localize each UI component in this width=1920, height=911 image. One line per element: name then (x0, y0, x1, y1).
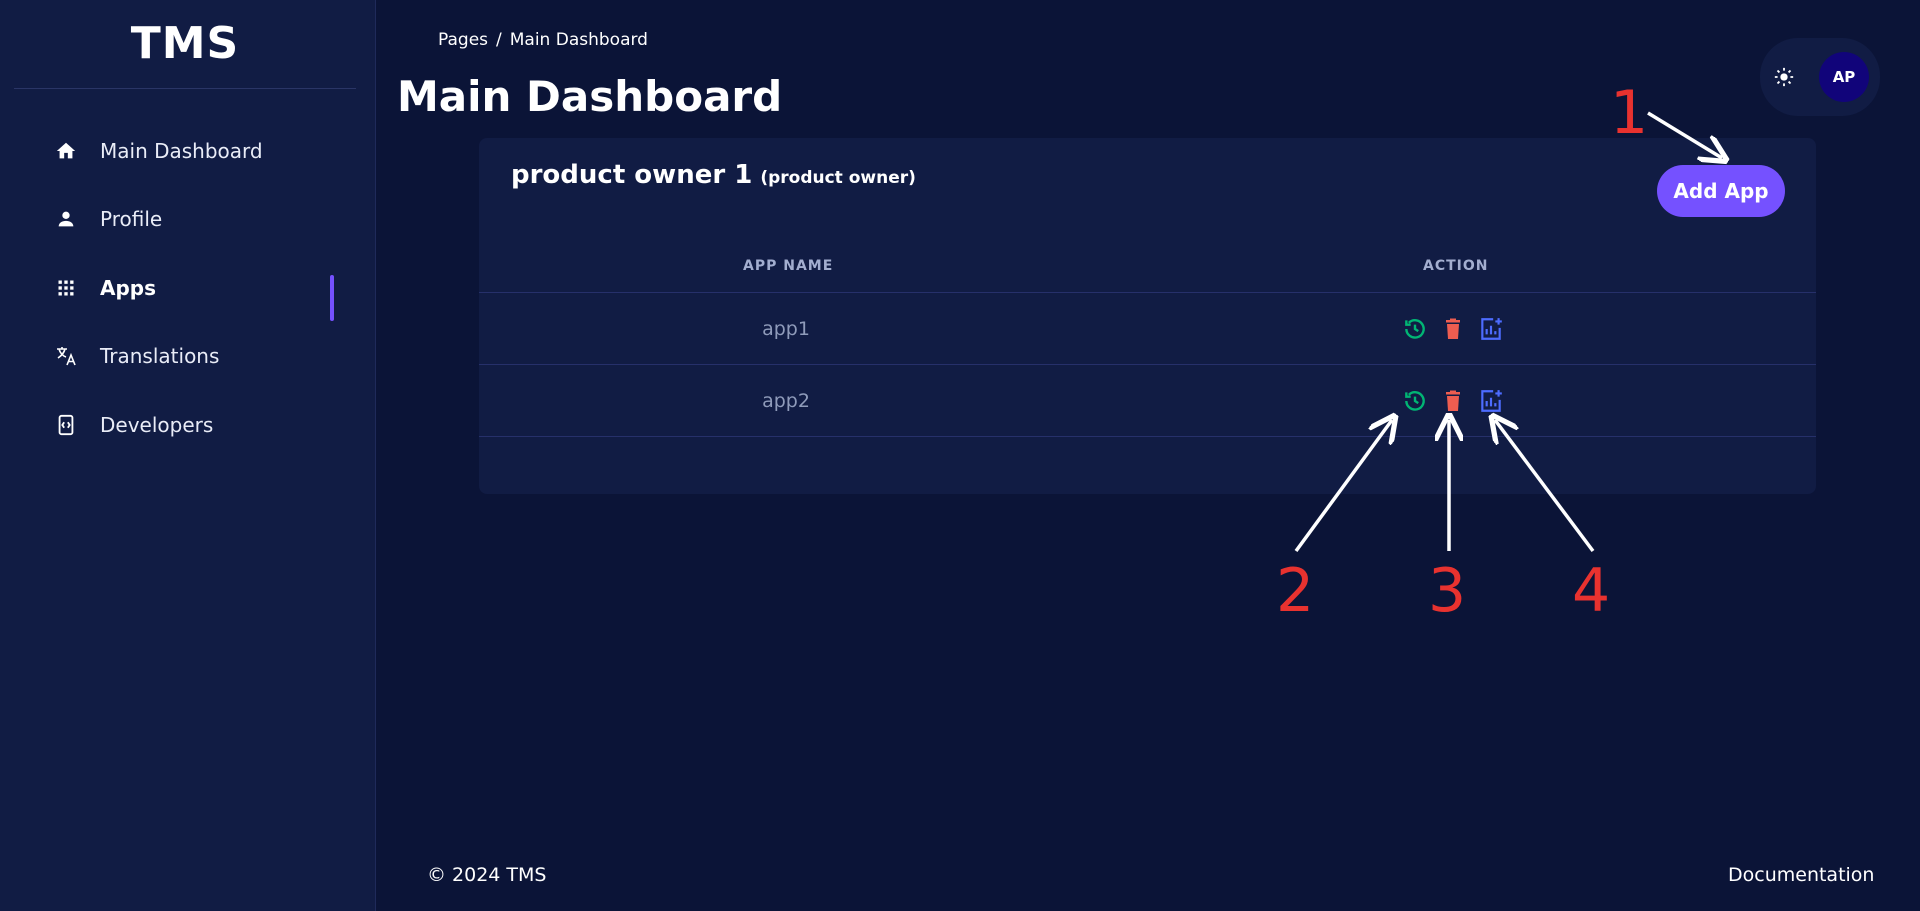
breadcrumb: Pages / Main Dashboard (438, 30, 648, 50)
apps-card: product owner 1 (product owner) Add App A… (479, 138, 1816, 494)
sidebar-item-label: Translations (100, 344, 220, 368)
table-row-app-name: app2 (762, 390, 810, 412)
code-phone-icon (52, 411, 80, 439)
footer-copyright: © 2024 TMS (427, 864, 547, 886)
sidebar-item-main-dashboard[interactable]: Main Dashboard (52, 131, 342, 171)
annotation-number-1: 1 (1610, 78, 1649, 148)
annotation-number-2: 2 (1276, 556, 1315, 626)
trash-icon[interactable] (1438, 386, 1468, 416)
column-header-app-name: APP NAME (743, 258, 834, 274)
row-divider (479, 436, 1816, 437)
breadcrumb-current: Main Dashboard (509, 30, 648, 50)
row-actions (1400, 314, 1514, 344)
breadcrumb-separator: / (496, 30, 502, 50)
top-controls: AP (1760, 38, 1880, 116)
home-icon (52, 137, 80, 165)
row-divider (479, 364, 1816, 365)
breadcrumb-pages[interactable]: Pages (438, 30, 488, 50)
avatar[interactable]: AP (1819, 52, 1869, 102)
sidebar-item-translations[interactable]: Translations (52, 336, 342, 376)
sidebar: TMS Main Dashboard Profile Apps Translat… (0, 0, 376, 911)
chart-add-icon[interactable] (1476, 314, 1506, 344)
grid-icon (52, 274, 80, 302)
owner-name: product owner 1 (511, 160, 753, 190)
sidebar-item-apps[interactable]: Apps (52, 268, 342, 308)
sidebar-item-label: Profile (100, 207, 163, 231)
annotation-number-3: 3 (1428, 556, 1467, 626)
history-icon[interactable] (1400, 314, 1430, 344)
documentation-link[interactable]: Documentation (1728, 864, 1874, 886)
column-header-action: ACTION (1423, 258, 1489, 274)
sidebar-item-label: Main Dashboard (100, 139, 263, 163)
person-icon (52, 205, 80, 233)
sidebar-item-label: Developers (100, 413, 214, 437)
add-app-button[interactable]: Add App (1657, 165, 1785, 217)
sidebar-divider (14, 88, 356, 89)
sidebar-item-label: Apps (100, 276, 157, 300)
chart-add-icon[interactable] (1476, 386, 1506, 416)
sidebar-item-profile[interactable]: Profile (52, 199, 342, 239)
owner-role: (product owner) (760, 168, 916, 188)
owner-title: product owner 1 (product owner) (511, 160, 916, 190)
row-divider (479, 292, 1816, 293)
annotation-number-4: 4 (1572, 556, 1611, 626)
sun-icon[interactable] (1771, 64, 1797, 90)
trash-icon[interactable] (1438, 314, 1468, 344)
row-actions (1400, 386, 1514, 416)
sidebar-item-developers[interactable]: Developers (52, 405, 342, 445)
translate-icon (52, 342, 80, 370)
history-icon[interactable] (1400, 386, 1430, 416)
brand-logo: TMS (130, 18, 240, 69)
table-row-app-name: app1 (762, 318, 810, 340)
active-indicator (330, 275, 334, 321)
page-title: Main Dashboard (397, 72, 783, 121)
